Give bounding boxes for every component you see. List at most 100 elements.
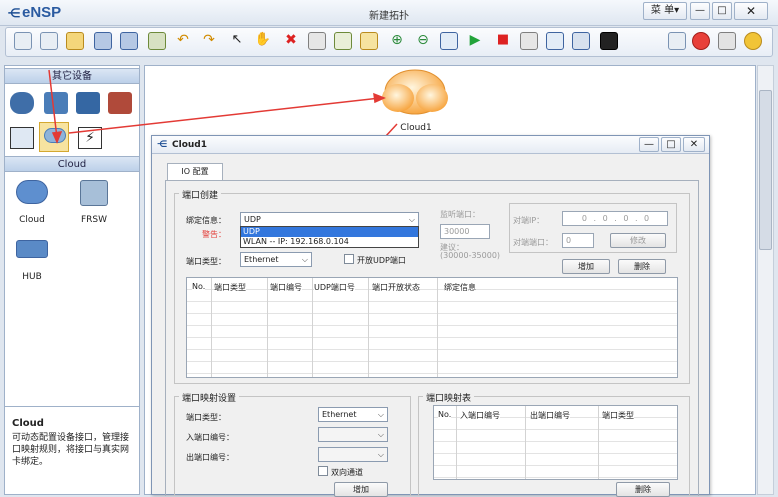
dialog-maximize-button[interactable]: □ — [661, 137, 681, 152]
bidirectional-checkbox[interactable] — [318, 466, 328, 476]
dropdown-option-wlan[interactable]: WLAN -- IP: 192.168.0.104 — [241, 237, 418, 247]
zoom-in-icon[interactable]: ⊕ — [388, 32, 406, 50]
col-divider — [525, 406, 526, 479]
col-header: UDP端口号 — [314, 282, 355, 293]
huawei-icon[interactable] — [692, 32, 710, 50]
hand-drag-icon[interactable]: ✋ — [254, 32, 272, 50]
info-title: Cloud — [12, 418, 44, 429]
switch-icon[interactable] — [44, 92, 68, 114]
pc-icon[interactable] — [10, 127, 34, 149]
section-cloud: Cloud — [5, 156, 139, 172]
port-type-label: 端口类型： — [186, 257, 226, 266]
fit-window-icon[interactable] — [440, 32, 458, 50]
col-divider — [211, 278, 212, 377]
modify-button[interactable]: 修改 — [610, 233, 666, 248]
peer-port-input[interactable]: 0 — [562, 233, 594, 248]
canvas-scroll-thumb[interactable] — [759, 90, 772, 250]
in-port-label: 入端口编号： — [186, 433, 234, 442]
peer-port-label: 对端端口： — [513, 238, 553, 247]
cli-icon[interactable] — [520, 32, 538, 50]
info-divider — [5, 406, 139, 407]
screen-icon[interactable] — [600, 32, 618, 50]
peer-ip-input[interactable]: 0 . 0 . 0 . 0 — [562, 211, 668, 226]
bidirectional-label: 双向通道 — [331, 468, 363, 477]
menu-button[interactable]: 菜 单▾ — [643, 2, 687, 20]
hub-device-icon[interactable] — [16, 240, 48, 258]
bind-info-label: 绑定信息： — [186, 216, 226, 225]
print-icon[interactable] — [148, 32, 166, 50]
minimize-button[interactable]: — — [690, 2, 710, 20]
col-divider — [312, 278, 313, 377]
cloud-device-icon[interactable] — [16, 180, 48, 204]
dialog-title: Cloud1 — [172, 140, 207, 150]
section-other-devices: 其它设备 — [5, 68, 139, 84]
router-icon[interactable] — [10, 92, 34, 114]
listen-port-label: 监听端口： — [440, 210, 480, 219]
capture-icon[interactable] — [546, 32, 564, 50]
select-pointer-icon[interactable]: ↖ — [228, 32, 246, 50]
map-col-header: 端口类型 — [602, 410, 634, 421]
help-icon[interactable] — [744, 32, 762, 50]
firewall-icon[interactable] — [108, 92, 132, 114]
palette-icon[interactable] — [360, 32, 378, 50]
bind-info-value: UDP — [244, 215, 261, 224]
topology-icon[interactable] — [572, 32, 590, 50]
frsw-device-icon[interactable] — [80, 180, 108, 206]
delete-link-icon[interactable] — [308, 32, 326, 50]
delete-port-button[interactable]: 删除 — [618, 259, 666, 274]
chevron-down-icon: ⌵ — [377, 430, 384, 439]
new-topology-icon[interactable] — [14, 32, 32, 50]
save-icon[interactable] — [94, 32, 112, 50]
dialog-title-bar — [152, 136, 709, 154]
wireless-icon[interactable] — [76, 92, 100, 114]
map-port-type-value: Ethernet — [322, 410, 357, 419]
new-example-icon[interactable] — [40, 32, 58, 50]
col-header: No. — [192, 282, 206, 291]
cloud-config-dialog: ⋲ Cloud1 — □ ✕ IO 配置 端口创建 绑定信息： UDP ⌵ UDP… — [151, 135, 710, 497]
listen-port-input[interactable]: 30000 — [440, 224, 490, 239]
chevron-down-icon: ⌵ — [301, 255, 308, 264]
peer-ip-label: 对端IP： — [513, 216, 545, 225]
chat-icon[interactable] — [668, 32, 686, 50]
device-label-cloud: Cloud — [19, 215, 45, 225]
port-type-select[interactable]: Ethernet ⌵ — [240, 252, 312, 267]
delete-icon[interactable]: ✖ — [282, 32, 300, 50]
bind-info-select[interactable]: UDP ⌵ — [240, 212, 419, 227]
col-divider — [598, 406, 599, 479]
stop-device-icon[interactable]: ■ — [494, 32, 512, 50]
dialog-minimize-button[interactable]: — — [639, 137, 659, 152]
port-map-settings-label: 端口映射设置 — [179, 391, 240, 404]
device-label-hub: HUB — [22, 272, 42, 282]
col-divider — [456, 406, 457, 479]
cloud1-node-label[interactable]: Cloud1 — [391, 123, 441, 133]
add-port-button[interactable]: 增加 — [562, 259, 610, 274]
open-file-icon[interactable] — [66, 32, 84, 50]
text-note-icon[interactable] — [334, 32, 352, 50]
cloud-category-icon — [44, 128, 66, 143]
zoom-out-icon[interactable]: ⊖ — [414, 32, 432, 50]
map-port-type-label: 端口类型： — [186, 413, 226, 422]
undo-icon[interactable]: ↶ — [174, 32, 192, 50]
settings-icon[interactable] — [718, 32, 736, 50]
dropdown-option-udp[interactable]: UDP — [241, 227, 418, 237]
warning-label: 警告： — [202, 230, 226, 239]
redo-icon[interactable]: ↷ — [200, 32, 218, 50]
tab-io-config[interactable]: IO 配置 — [167, 163, 223, 180]
start-device-icon[interactable]: ▶ — [466, 32, 484, 50]
map-col-header: 入端口编号 — [460, 410, 500, 421]
out-port-select[interactable]: ⌵ — [318, 447, 388, 462]
out-port-label: 出端口编号： — [186, 453, 234, 462]
save-as-icon[interactable] — [120, 32, 138, 50]
map-col-header: No. — [438, 410, 452, 419]
dialog-close-button[interactable]: ✕ — [683, 137, 705, 152]
maximize-button[interactable]: □ — [712, 2, 732, 20]
in-port-select[interactable]: ⌵ — [318, 427, 388, 442]
open-udp-checkbox[interactable] — [344, 254, 354, 264]
chevron-down-icon: ⌵ — [377, 450, 384, 459]
port-table-grid — [187, 278, 677, 377]
connection-icon[interactable]: ⚡ — [78, 127, 102, 149]
dialog-logo-icon: ⋲ — [157, 140, 168, 150]
map-port-type-select[interactable]: Ethernet ⌵ — [318, 407, 388, 422]
close-button[interactable]: ✕ — [734, 2, 768, 20]
chevron-down-icon: ⌵ — [377, 410, 384, 419]
